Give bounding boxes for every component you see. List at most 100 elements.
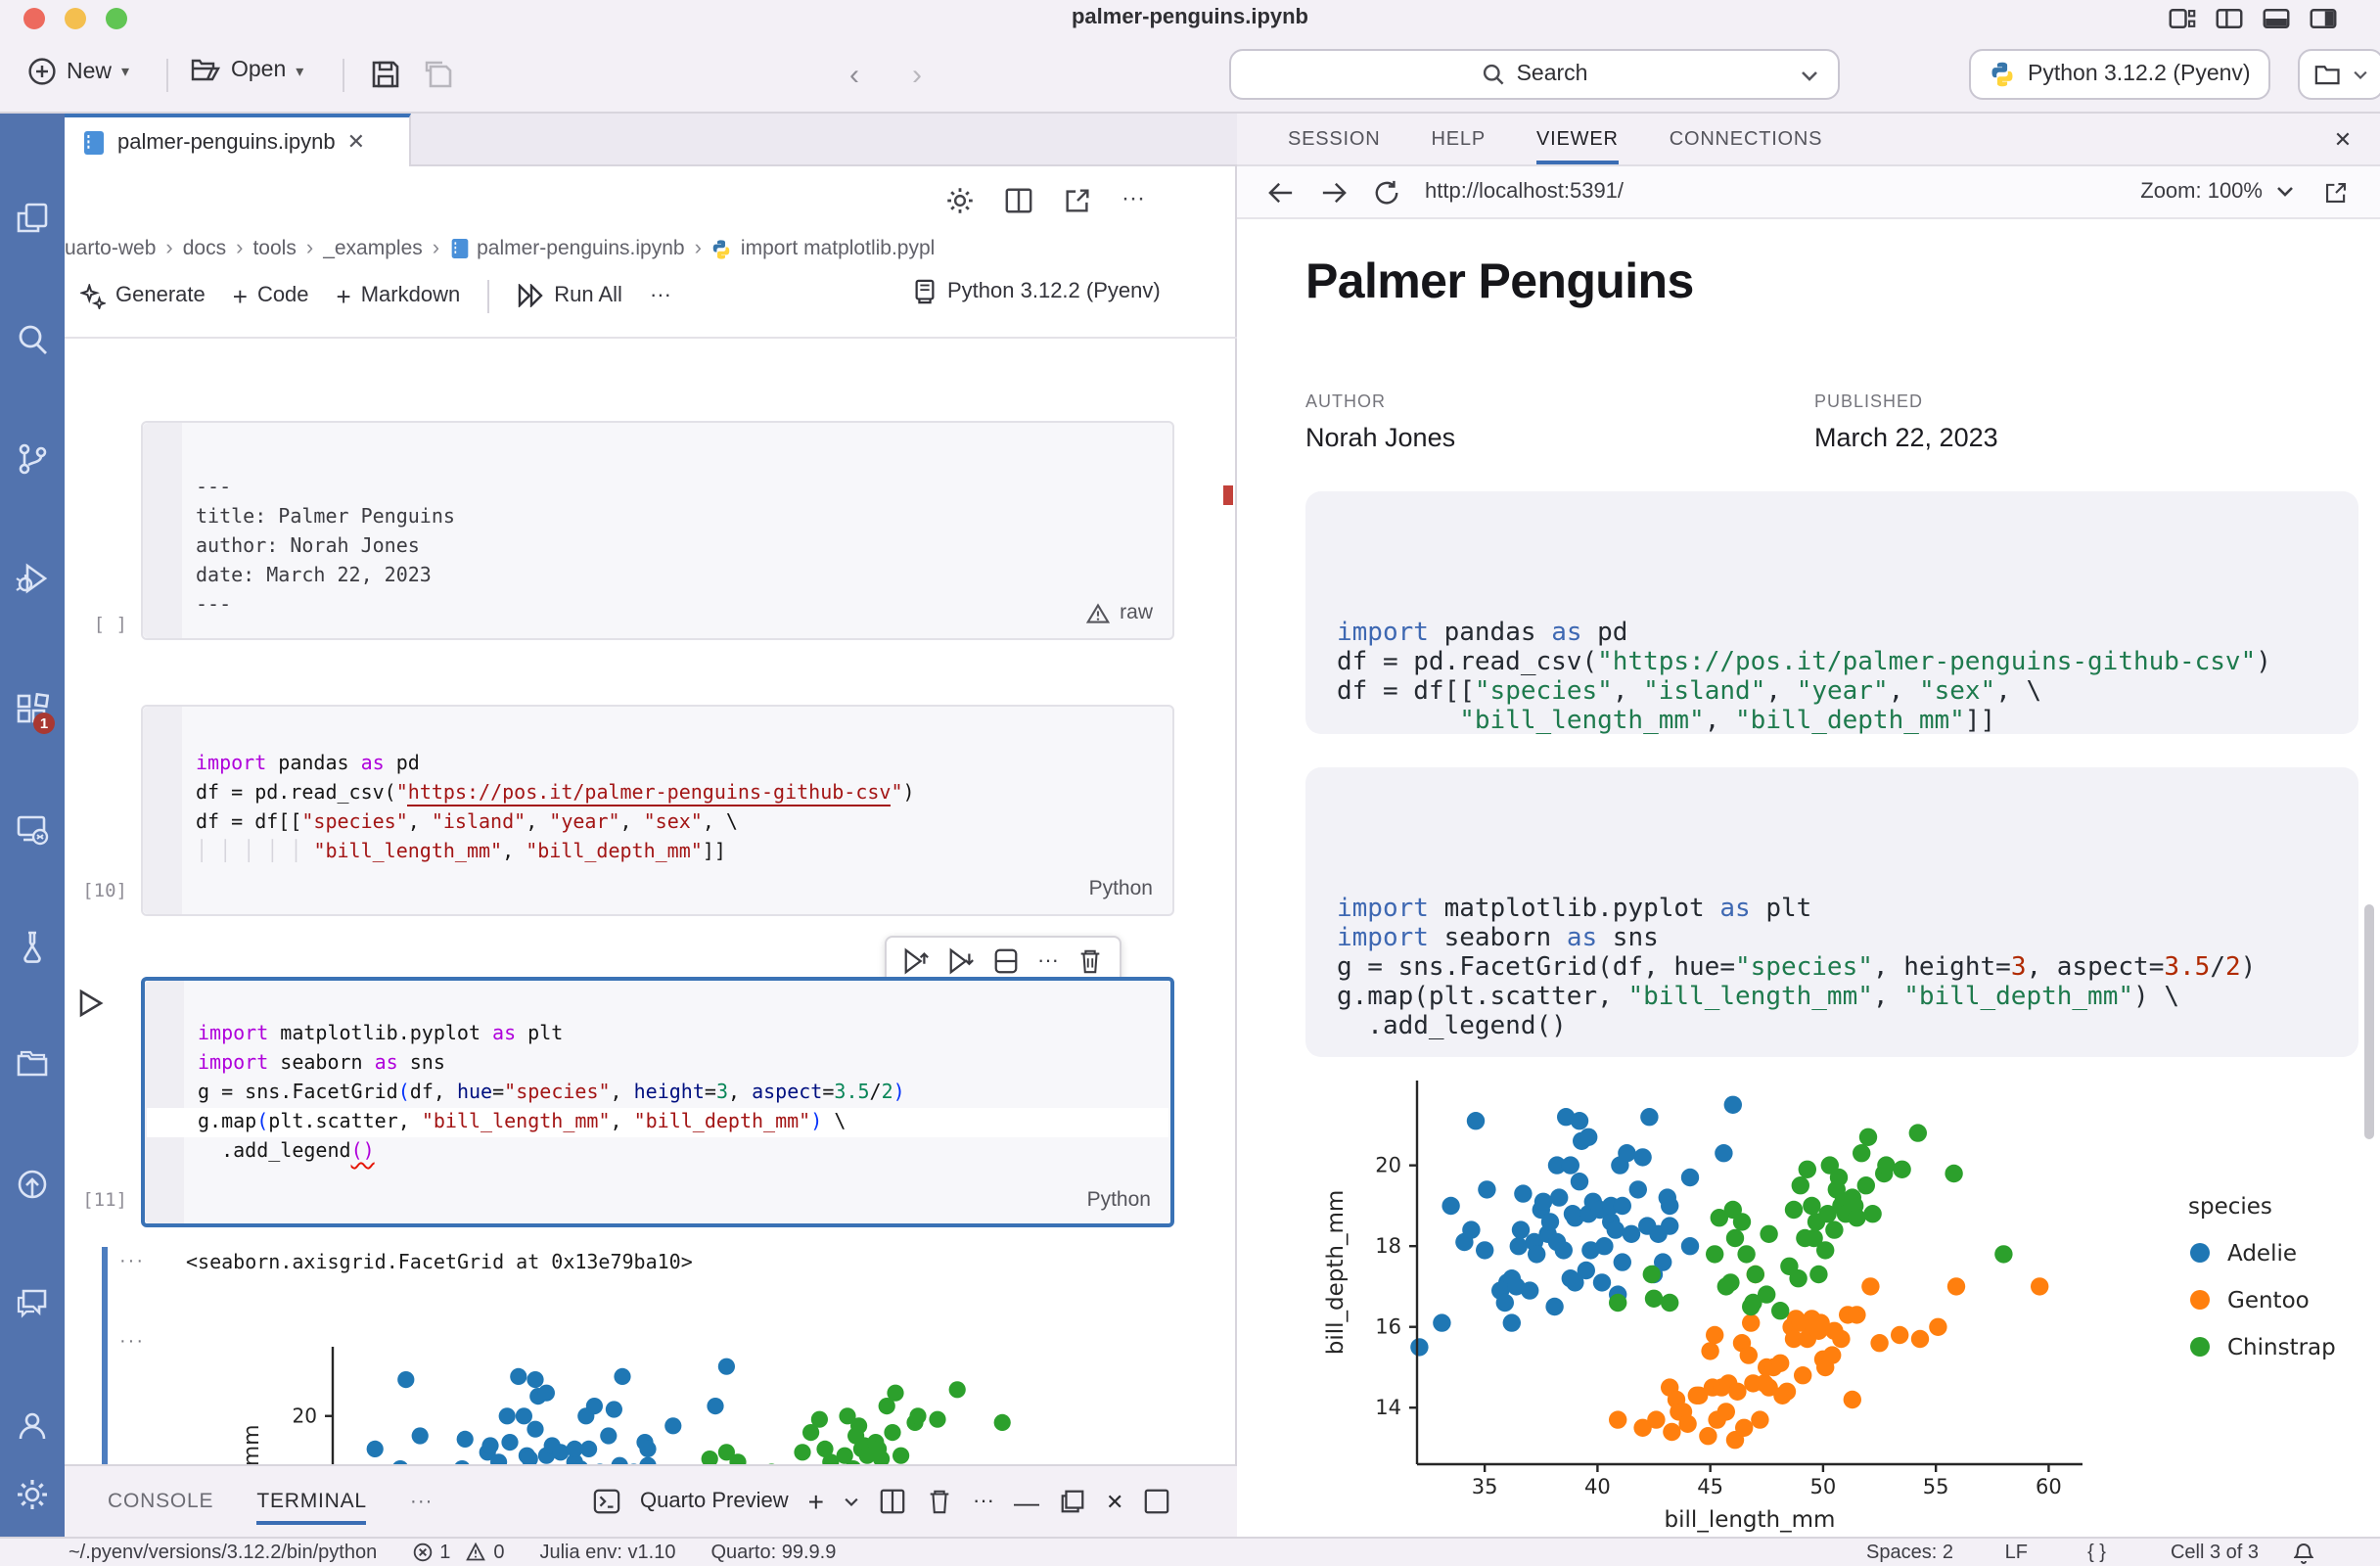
close-tab-icon[interactable]: ✕ [347,129,365,155]
comments-icon[interactable] [16,1286,49,1319]
errors-indicator[interactable]: 1 [412,1542,450,1563]
interpreter-label: Python 3.12.2 (Pyenv) [2028,63,2251,86]
reload-icon[interactable] [1374,179,1399,205]
vertical-scrollbar[interactable] [2364,904,2374,1139]
interpreter-selector[interactable]: Python 3.12.2 (Pyenv) [1969,49,2270,100]
cell-position[interactable]: Cell 3 of 3 [2171,1542,2259,1563]
url-field[interactable]: http://localhost:5391/ [1425,180,1624,204]
zoom-level[interactable]: Zoom: 100% [2140,180,2263,204]
breadcrumb-item[interactable]: import matplotlib.pypl [711,237,935,260]
search-input[interactable]: Search [1229,49,1840,100]
save-all-icon[interactable] [423,59,454,90]
julia-env[interactable]: Julia env: v1.10 [539,1542,675,1563]
new-button[interactable]: New▾ [27,57,129,86]
close-panel-icon[interactable]: ✕ [2334,126,2353,152]
breadcrumb-item[interactable]: tools [252,237,296,260]
search-icon[interactable] [16,323,49,356]
add-markdown-cell-button[interactable]: +Markdown [337,281,461,310]
run-debug-icon[interactable] [16,562,49,595]
scatter-plot-mini: 35404550556014161820bill_length_mmbill_d… [172,1331,1174,1464]
tab-console[interactable]: CONSOLE [108,1490,213,1513]
python-path[interactable]: ~/.pyenv/versions/3.12.2/bin/python [69,1542,377,1563]
spaces-indicator[interactable]: Spaces: 2 [1866,1542,1953,1563]
tab-viewer[interactable]: VIEWER [1536,128,1619,163]
cell-code[interactable]: import matplotlib.pyplot as pltimport se… [198,1020,905,1167]
breadcrumb-item[interactable]: docs [183,237,226,260]
more-terminal-actions-icon[interactable]: ··· [973,1490,994,1513]
toggle-sidebar-icon[interactable] [2216,8,2243,29]
run-all-button[interactable]: Run All [517,284,622,307]
kernel-selector[interactable]: Python 3.12.2 (Pyenv) [912,278,1161,305]
source-control-icon[interactable] [16,442,49,476]
warnings-indicator[interactable]: 0 [466,1542,504,1563]
remote-explorer-icon[interactable] [16,812,49,846]
notebook-cell-code-1[interactable]: import pandas as pddf = pd.read_csv("htt… [141,705,1174,916]
output-collapse-icon[interactable]: ··· [119,1251,145,1272]
language-mode[interactable]: { } [2087,1542,2106,1563]
publish-icon[interactable] [16,1169,49,1202]
tab-terminal[interactable]: TERMINAL [256,1490,367,1525]
plus-circle-icon [27,57,57,86]
toggle-secondary-sidebar-icon[interactable] [2310,8,2337,29]
terminal-session-label[interactable]: Quarto Preview [640,1490,789,1513]
split-editor-icon[interactable] [1004,186,1033,215]
breadcrumb-item[interactable]: _examples [323,237,423,260]
delete-cell-icon[interactable] [1076,947,1104,975]
minimize-panel-icon[interactable]: — [1014,1487,1039,1516]
save-icon[interactable] [370,59,401,90]
testing-icon[interactable] [16,930,49,963]
workspace-folder-button[interactable] [2298,49,2380,100]
run-cells-above-icon[interactable] [902,947,930,975]
split-cell-icon[interactable] [992,947,1020,975]
cell-language[interactable]: Python [1087,1188,1151,1212]
tab-session[interactable]: SESSION [1288,128,1381,150]
breadcrumb-item[interactable]: palmer-penguins.ipynb [449,237,684,260]
close-panel-icon[interactable]: ✕ [1106,1489,1123,1514]
generate-button[interactable]: Generate [80,283,206,308]
cell-code[interactable]: import pandas as pddf = pd.read_csv("htt… [196,750,915,867]
navigate-forward-button[interactable]: › [912,59,922,92]
tab-connections[interactable]: CONNECTIONS [1670,128,1823,150]
code-line: date: March 22, 2023 [196,562,455,591]
open-external-icon[interactable] [1063,186,1092,215]
account-icon[interactable] [16,1409,49,1443]
settings-gear-icon[interactable] [16,1478,49,1511]
more-panels-icon[interactable]: ··· [410,1490,433,1513]
more-icon[interactable]: ··· [650,284,671,307]
tab-help[interactable]: HELP [1432,128,1486,150]
tab-palmer-penguins[interactable]: palmer-penguins.ipynb ✕ [65,114,411,166]
cell-language[interactable]: raw [1086,601,1153,624]
notebook-cell-raw[interactable]: ---title: Palmer Penguinsauthor: Norah J… [141,421,1174,640]
forward-icon[interactable] [1321,179,1347,205]
new-terminal-icon[interactable]: + [808,1486,824,1517]
explorer-icon[interactable] [16,202,49,235]
customize-layout-icon[interactable] [2169,8,2196,29]
navigate-back-button[interactable]: ‹ [849,59,859,92]
chevron-down-icon[interactable] [2276,186,2294,198]
quarto-version[interactable]: Quarto: 99.9.9 [710,1542,836,1563]
add-code-cell-button[interactable]: +Code [233,281,309,310]
notifications-bell-icon[interactable] [2294,1543,2313,1564]
run-cell-button[interactable] [78,989,104,1018]
more-actions-icon[interactable]: ··· [1121,186,1145,215]
code-line: g.map(plt.scatter, "bill_length_mm", "bi… [1337,975,2327,1004]
kill-terminal-icon[interactable] [926,1488,953,1515]
split-terminal-icon[interactable] [879,1488,906,1515]
open-button[interactable]: Open▾ [190,57,303,84]
more-cell-actions-icon[interactable]: ··· [1037,949,1059,973]
cell-language[interactable]: Python [1089,877,1153,900]
chevron-down-icon[interactable] [844,1497,859,1506]
back-icon[interactable] [1268,179,1294,205]
cell-code[interactable]: ---title: Palmer Penguinsauthor: Norah J… [196,474,455,621]
toggle-panel-icon[interactable] [2263,8,2290,29]
maximize-panel-icon[interactable] [1059,1488,1086,1515]
folders-icon[interactable] [16,1047,49,1081]
notebook-settings-gear-icon[interactable] [945,186,975,215]
run-cells-below-icon[interactable] [947,947,975,975]
breadcrumb-item[interactable]: uarto-web [65,237,156,260]
notebook-cell-code-2-selected[interactable]: import matplotlib.pyplot as pltimport se… [141,977,1174,1227]
panel-layout-icon[interactable] [1143,1488,1170,1515]
eol-indicator[interactable]: LF [2005,1542,2028,1563]
output-collapse-icon[interactable]: ··· [119,1331,145,1353]
open-in-browser-icon[interactable] [2323,179,2349,205]
